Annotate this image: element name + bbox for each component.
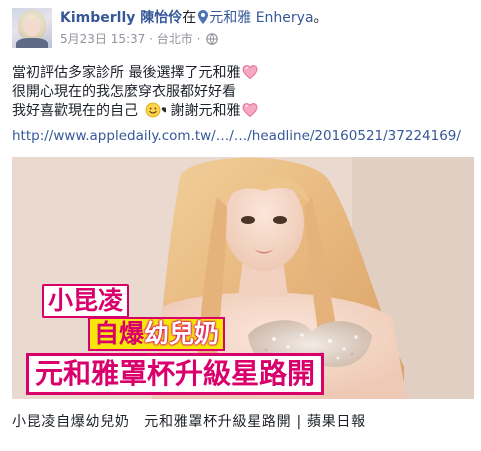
body-line-3: 我好喜歡現在的自己 謝謝元和雅 [12,102,472,121]
body-line-3-text: 我好喜歡現在的自己 [12,103,138,119]
at-word: 在 [182,10,197,26]
overlay-headline-2: 自爆幼兒奶 [88,317,226,351]
overlay-headline-2b: 幼兒奶 [144,319,220,348]
author-line: Kimberlly 陳怡伶在 元和雅 Enherya。 [60,9,328,27]
facebook-post: Kimberlly 陳怡伶在 元和雅 Enherya。 5月23日 15:37 … [0,0,481,451]
body-line-1: 當初評估多家診所 最後選擇了元和雅 [12,64,472,83]
globe-icon[interactable] [206,33,219,45]
body-line-3-text-2: 謝謝元和雅 [166,103,241,119]
post-meta: 5月23日 15:37 · 台北市 · [60,32,219,46]
article-caption[interactable]: 小昆凌自爆幼兒奶 元和雅罩杯升級星路開 | 蘋果日報 [12,412,366,432]
overlay-headline-2a: 自爆 [94,319,145,348]
author-name-link[interactable]: Kimberlly 陳怡伶 [60,10,182,26]
author-avatar[interactable] [12,8,52,48]
body-line-2: 很開心現在的我怎麼穿衣服都好好看 [12,83,472,102]
shared-article-image[interactable]: 小昆凌 自爆幼兒奶 元和雅罩杯升級星路開 [12,157,474,399]
meta-separator: · [149,32,153,46]
avatar-face [24,18,40,36]
post-body: 當初評估多家診所 最後選擇了元和雅 很開心現在的我怎麼穿衣服都好好看 我好喜歡現… [12,64,472,121]
pink-heart-icon [242,103,258,118]
pink-heart-icon [242,65,258,80]
overlay-headline-1: 小昆凌 [42,284,130,318]
body-line-2-text: 很開心現在的我怎麼穿衣服都好好看 [12,84,236,100]
article-link[interactable]: http://www.appledaily.com.tw/…/…/headlin… [12,127,461,145]
place-period: 。 [313,10,328,26]
smile-kiss-icon [145,102,166,118]
post-timestamp[interactable]: 5月23日 15:37 [60,32,145,46]
post-location[interactable]: 台北市 [157,32,193,46]
post-header: Kimberlly 陳怡伶在 元和雅 Enherya。 5月23日 15:37 … [12,8,472,52]
body-line-1-text: 當初評估多家診所 最後選擇了元和雅 [12,65,241,81]
location-pin-icon [198,10,209,24]
avatar-body [16,38,48,48]
overlay-headline-3: 元和雅罩杯升級星路開 [26,353,325,395]
place-link[interactable]: 元和雅 Enherya [209,10,313,26]
meta-separator-2: · [196,32,201,46]
